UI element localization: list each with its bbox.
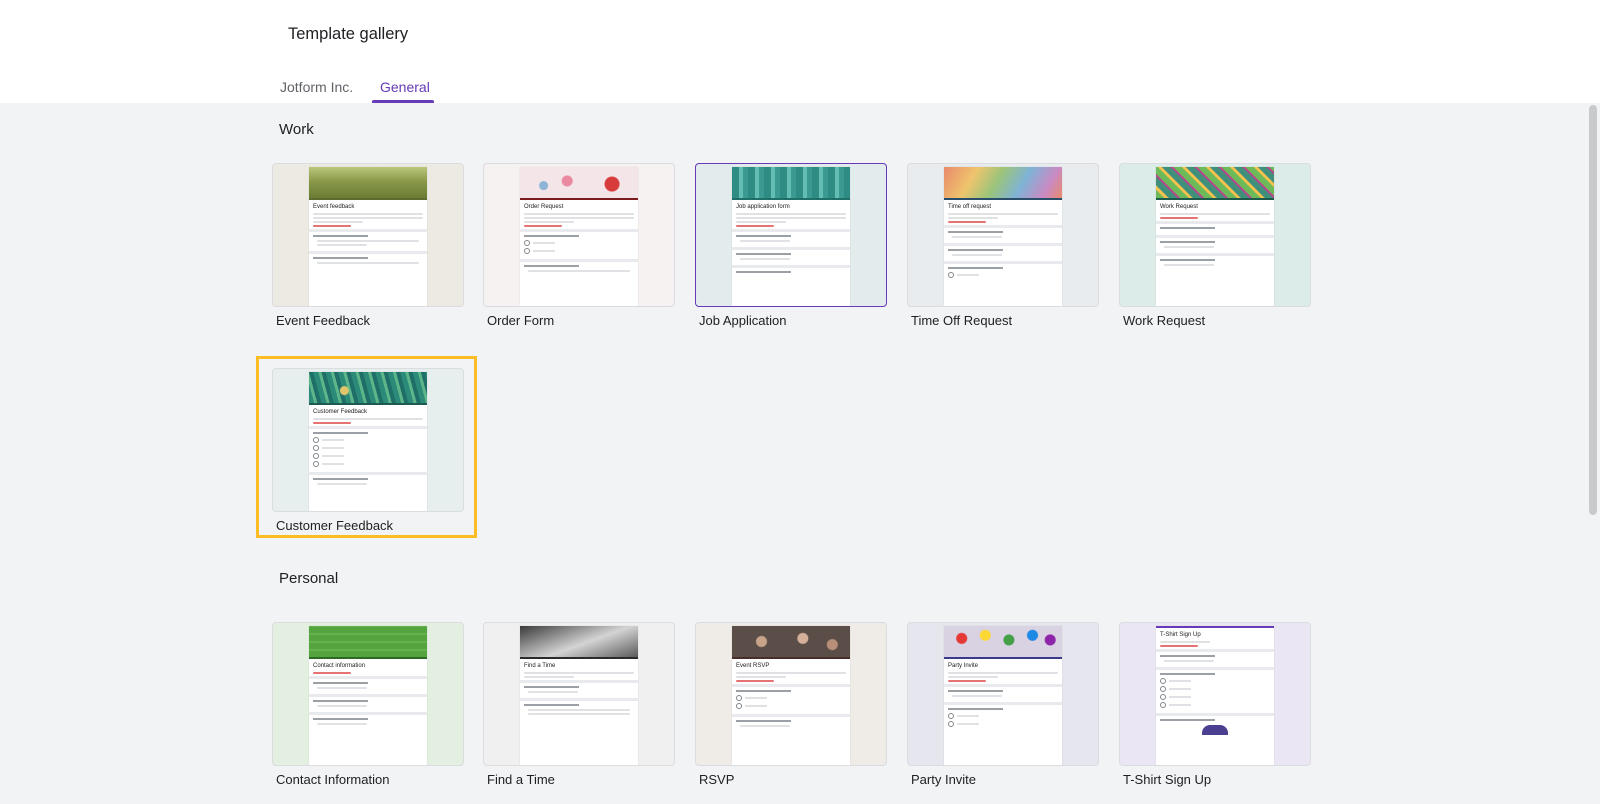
template-label: Work Request [1123,313,1206,328]
form-preview: Work Request [1156,167,1274,306]
form-preview: Contact information [309,626,427,765]
preview-title: Find a Time [524,663,556,669]
template-label: Find a Time [487,772,555,787]
form-preview: Customer Feedback [309,372,427,511]
preview-title: Party Invite [948,663,979,669]
preview-title: Order Request [524,204,564,210]
form-preview: Find a Time [520,626,638,765]
template-label: RSVP [699,772,735,787]
template-label: Contact Information [276,772,390,787]
preview-title: Contact information [313,663,366,669]
template-thumbnail: Work Request [1119,163,1311,307]
preview-title: T-Shirt Sign Up [1160,632,1201,638]
template-thumbnail: Event RSVP [695,622,887,766]
tab-jotform-inc[interactable]: Jotform Inc. [272,73,360,103]
preview-title: Work Request [1160,204,1198,210]
tab-label: Jotform Inc. [280,79,354,95]
section-title-personal: Personal [279,570,339,587]
preview-title: Event RSVP [736,663,770,669]
template-label: Party Invite [911,772,977,787]
preview-title: Event feedback [313,204,355,210]
template-gallery: Work Event feedback Event Feedback Order… [0,103,1600,804]
template-label: T-Shirt Sign Up [1123,772,1212,787]
template-thumbnail: Contact information [272,622,464,766]
form-preview: Time off request [944,167,1062,306]
form-preview: Party Invite [944,626,1062,765]
form-preview: Event feedback [309,167,427,306]
form-preview: Order Request [520,167,638,306]
template-thumbnail: Customer Feedback [272,368,464,512]
template-thumbnail: Time off request [907,163,1099,307]
template-label: Order Form [487,313,555,328]
template-thumbnail: T-Shirt Sign Up [1119,622,1311,766]
preview-title: Time off request [948,204,992,210]
scrollbar-thumb[interactable] [1589,105,1597,515]
template-label: Time Off Request [911,313,1013,328]
template-thumbnail: Party Invite [907,622,1099,766]
template-thumbnail: Order Request [483,163,675,307]
template-thumbnail: Event feedback [272,163,464,307]
template-thumbnail: Find a Time [483,622,675,766]
tab-label: General [380,79,430,95]
tab-general[interactable]: General [372,73,434,103]
preview-title: Customer Feedback [313,409,368,415]
template-label: Job Application [699,313,787,328]
form-preview: Event RSVP [732,626,850,765]
template-thumbnail: Job application form [695,163,887,307]
form-preview: Job application form [732,167,850,306]
template-label: Event Feedback [276,313,370,328]
preview-title: Job application form [736,204,790,210]
form-preview: T-Shirt Sign Up [1156,626,1274,765]
section-title-work: Work [279,121,314,138]
page-title: Template gallery [288,25,409,43]
gallery-header: Template gallery Jotform Inc. General [0,0,1600,103]
template-label: Customer Feedback [276,518,394,533]
